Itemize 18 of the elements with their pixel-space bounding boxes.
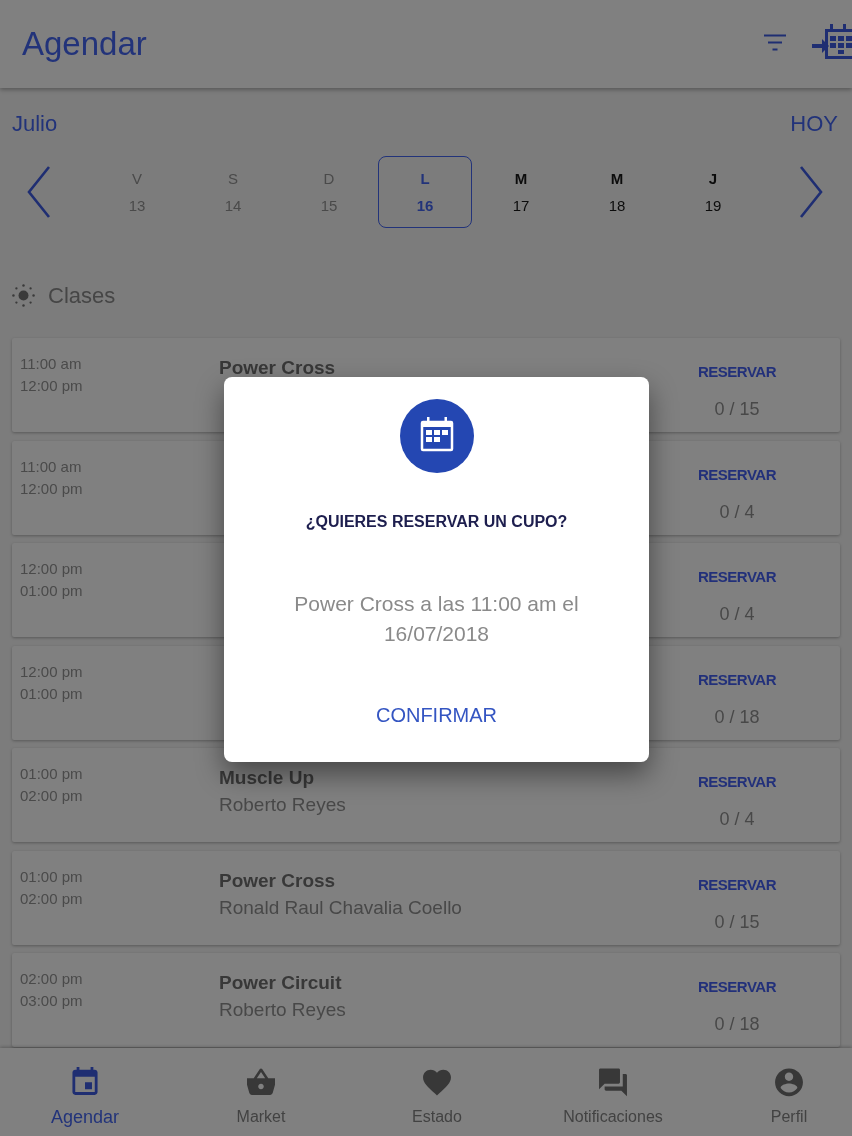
capacity-count: 0 / 15 [714,910,760,933]
instructor-name: Ronald Raul Chavalia Coello [219,895,462,920]
instructor-name: Roberto Reyes [219,998,346,1022]
dialog-title: ¿QUIERES RESERVAR UN CUPO? [305,512,568,532]
class-name: Muscle Up [219,766,315,790]
dialog-message: Power Cross a las 11:00 am el 16/07/2018 [293,591,580,647]
capacity-count: 0 / 18 [714,705,760,728]
capacity-count: 0 / 18 [714,1013,760,1035]
class-name: Power Cross [219,356,336,380]
class-name: Power Circuit [219,971,342,995]
capacity-count: 0 / 4 [719,808,755,830]
capacity-count: 0 / 15 [714,398,760,420]
capacity-count: 0 / 4 [719,500,755,523]
instructor-name: Roberto Reyes [219,793,346,817]
month-label: Julio [12,109,58,138]
page-title: Agendar [22,24,147,64]
capacity-count: 0 / 4 [719,603,755,625]
class-name: Power Cross [219,868,336,893]
